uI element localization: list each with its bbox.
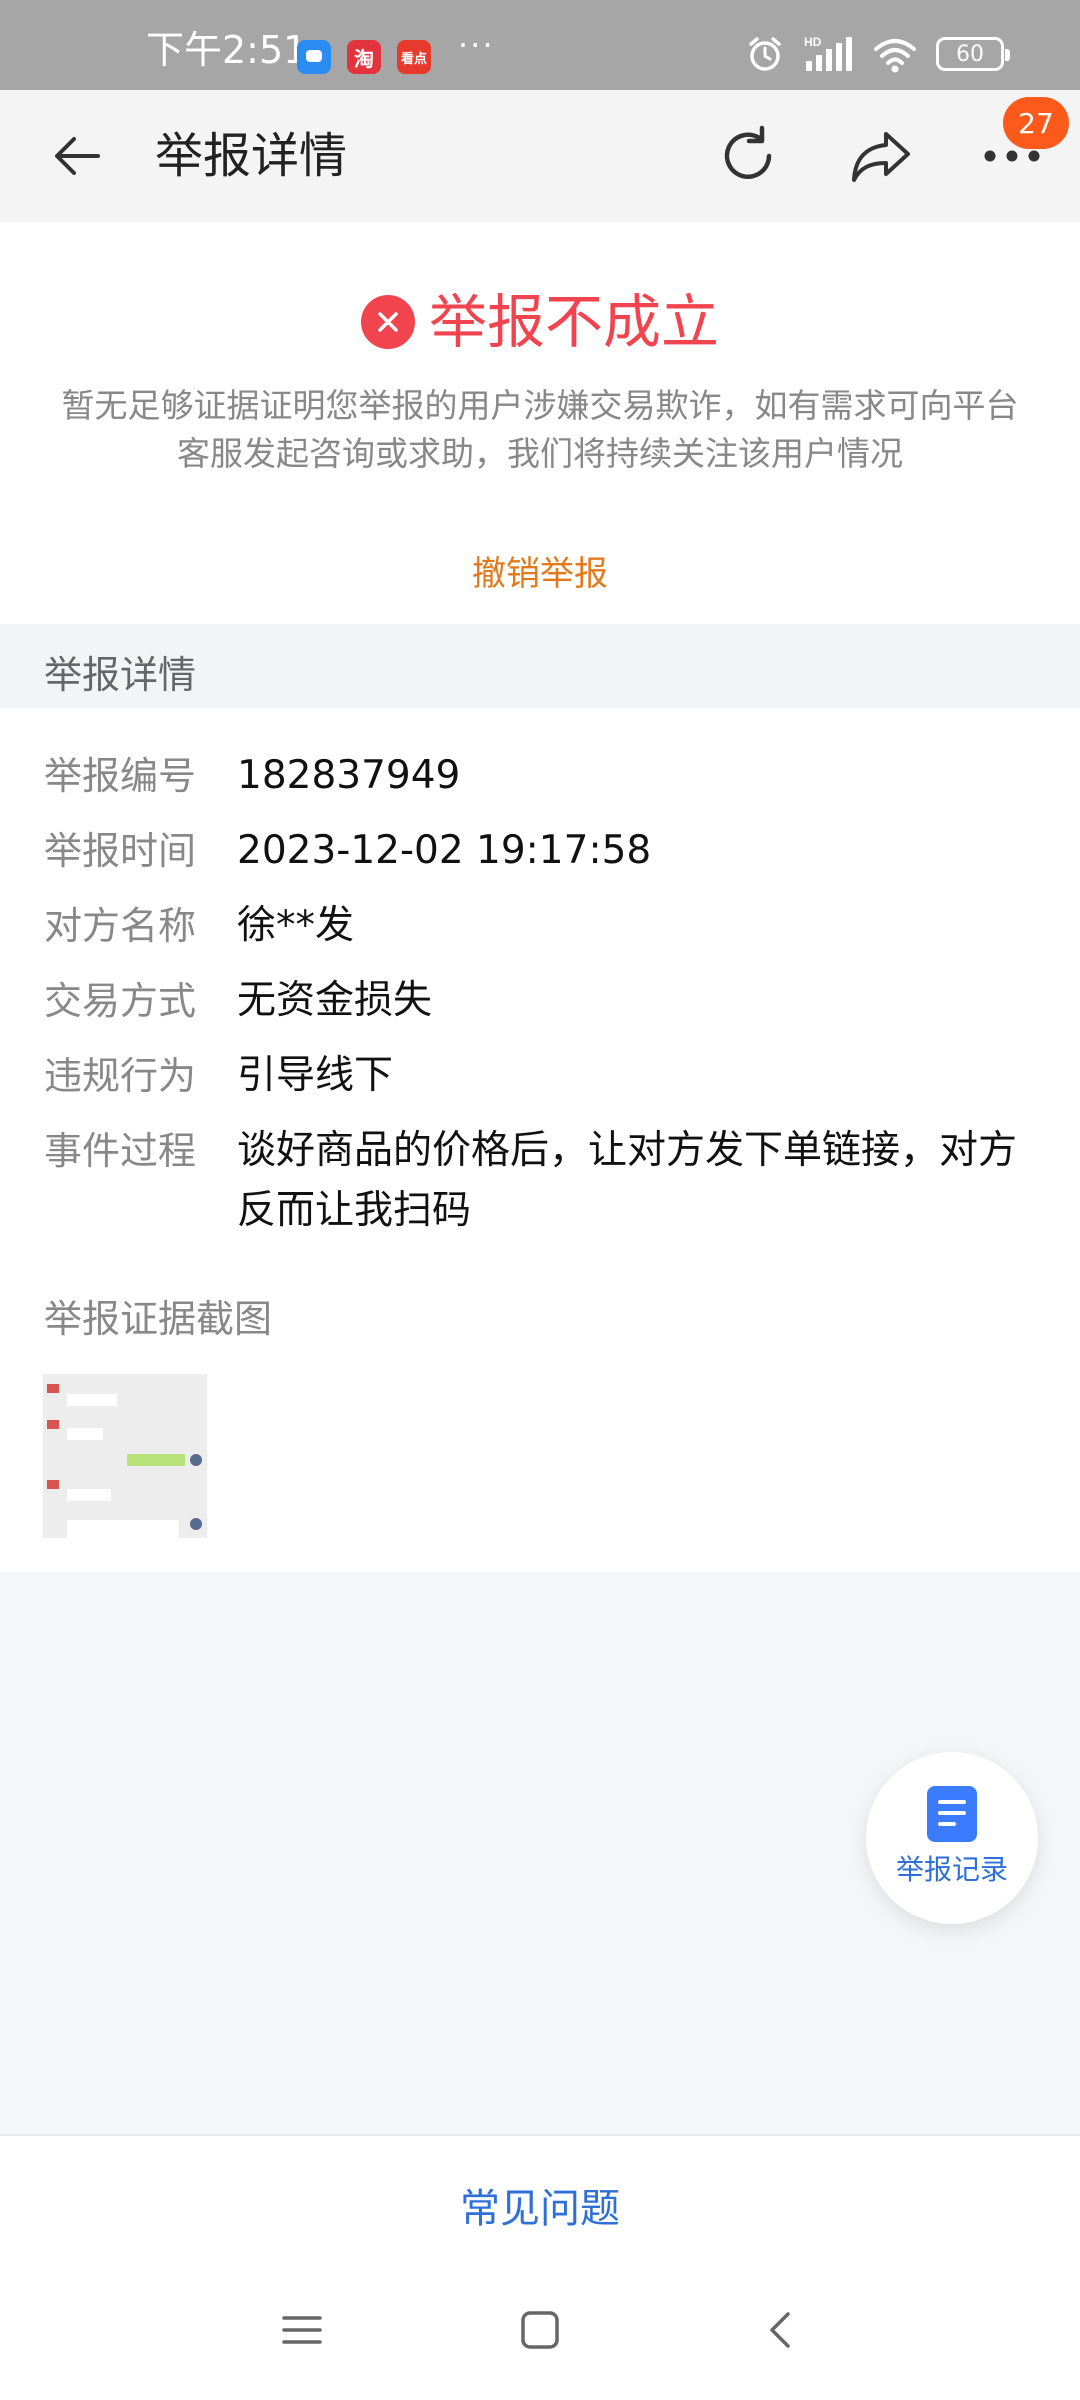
detail-value: 2023-12-02 19:17:58 bbox=[237, 828, 652, 873]
wifi-icon bbox=[874, 39, 916, 73]
refresh-icon[interactable] bbox=[716, 124, 780, 188]
status-bar: 下午2:51 淘 看点 ··· HD 60 bbox=[0, 0, 1080, 90]
detail-label: 举报编号 bbox=[44, 754, 197, 798]
navigation-bar: 举报详情 bbox=[0, 90, 1080, 222]
share-icon[interactable] bbox=[848, 124, 914, 188]
detail-label: 对方名称 bbox=[44, 904, 197, 948]
result-card: 举报不成立 暂无足够证据证明您举报的用户涉嫌交易欺诈，如有需求可向平台客服发起咨… bbox=[0, 222, 1080, 624]
taobao-icon: 淘 bbox=[347, 40, 381, 74]
faq-bar: 常见问题 bbox=[0, 2134, 1080, 2272]
detail-value: 引导线下 bbox=[237, 1053, 394, 1098]
menu-icon[interactable] bbox=[282, 2310, 322, 2350]
result-status-text: 举报不成立 bbox=[428, 288, 719, 356]
home-icon[interactable] bbox=[520, 2310, 560, 2350]
evidence-screenshot-thumbnail[interactable] bbox=[43, 1374, 207, 1538]
section-title: 举报详情 bbox=[44, 653, 197, 697]
document-icon bbox=[927, 1786, 977, 1842]
section-header: 举报详情 bbox=[0, 624, 1080, 708]
report-details: 举报编号 182837949 举报时间 2023-12-02 19:17:58 … bbox=[0, 708, 1080, 1572]
chat-app-icon bbox=[297, 40, 331, 74]
report-records-button[interactable]: 举报记录 bbox=[866, 1752, 1038, 1924]
detail-label: 交易方式 bbox=[44, 979, 197, 1023]
detail-value: 182837949 bbox=[237, 753, 461, 798]
svg-text:HD: HD bbox=[804, 35, 822, 49]
more-notifications-icon: ··· bbox=[458, 26, 495, 64]
battery-indicator: 60 bbox=[936, 37, 1010, 71]
detail-label: 举报时间 bbox=[44, 829, 197, 873]
signal-icon: HD bbox=[804, 35, 852, 71]
back-arrow-icon[interactable] bbox=[48, 126, 108, 186]
detail-label: 事件过程 bbox=[44, 1129, 197, 1173]
detail-value: 徐**发 bbox=[237, 903, 355, 948]
result-status: 举报不成立 bbox=[0, 288, 1080, 356]
close-circle-icon bbox=[360, 295, 415, 349]
news-app-icon: 看点 bbox=[397, 40, 431, 74]
detail-label: 违规行为 bbox=[44, 1054, 197, 1098]
status-indicators: HD 60 bbox=[746, 34, 1010, 74]
alarm-icon bbox=[749, 37, 781, 71]
detail-value: 谈好商品的价格后，让对方发下单链接，对方反而让我扫码 bbox=[237, 1128, 1018, 1233]
status-time: 下午2:51 bbox=[146, 28, 308, 72]
system-navigation-bar bbox=[0, 2270, 1080, 2400]
withdraw-report-button[interactable]: 撤销举报 bbox=[0, 552, 1080, 596]
report-records-label: 举报记录 bbox=[895, 1853, 1008, 1886]
message-count-badge: 27 bbox=[1003, 97, 1069, 149]
page-title: 举报详情 bbox=[155, 128, 348, 184]
faq-button[interactable]: 常见问题 bbox=[0, 2176, 1080, 2234]
result-description: 暂无足够证据证明您举报的用户涉嫌交易欺诈，如有需求可向平台客服发起咨询或求助，我… bbox=[61, 386, 1019, 473]
back-icon[interactable] bbox=[760, 2310, 800, 2350]
evidence-title: 举报证据截图 bbox=[44, 1297, 273, 1341]
detail-value: 无资金损失 bbox=[237, 978, 433, 1023]
